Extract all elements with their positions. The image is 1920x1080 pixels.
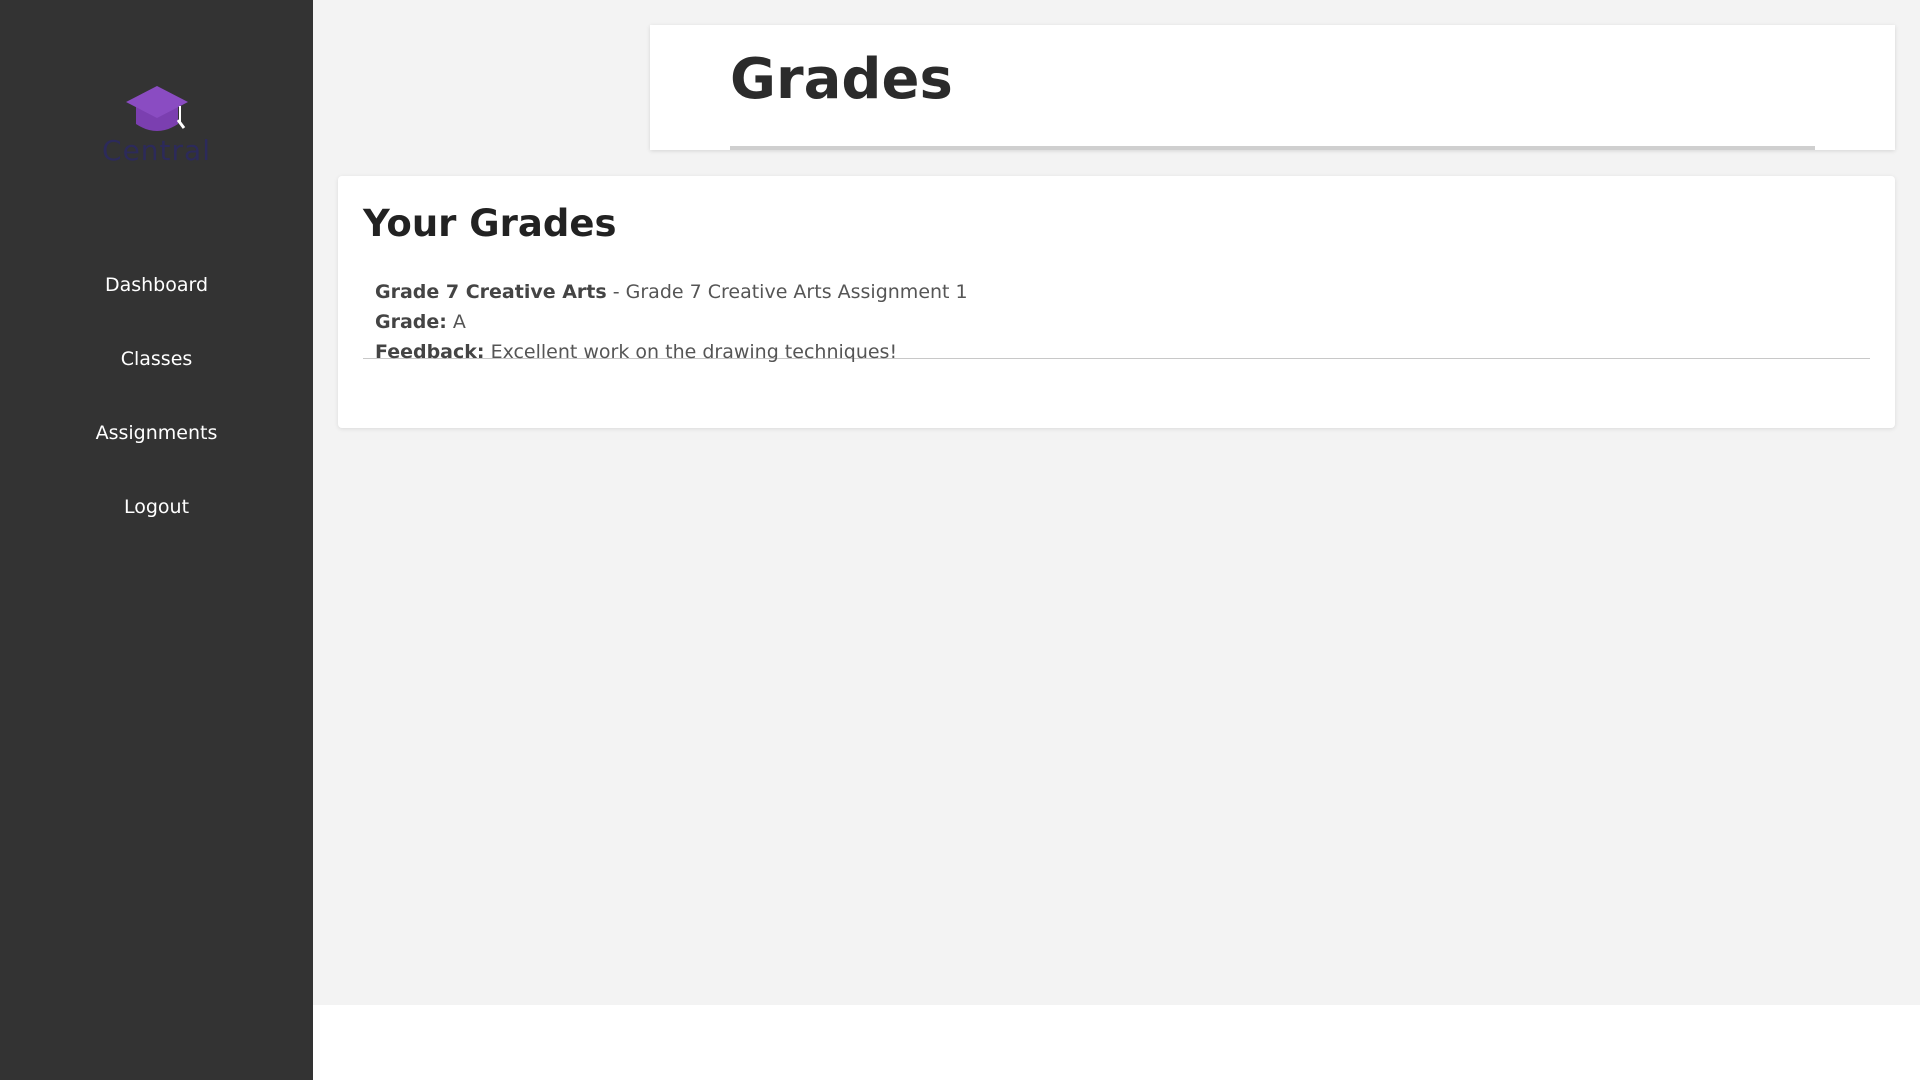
grade-entry-header: Grade 7 Creative Arts - Grade 7 Creative… xyxy=(375,281,968,303)
grade-entry: Grade 7 Creative Arts - Grade 7 Creative… xyxy=(363,281,1870,363)
graduation-cap-icon xyxy=(126,86,188,131)
footer-area xyxy=(313,1005,1920,1080)
sidebar-item-classes[interactable]: Classes xyxy=(0,348,313,370)
feedback-line: Feedback: Excellent work on the drawing … xyxy=(375,341,897,363)
grade-line: Grade: A xyxy=(375,311,466,333)
feedback-label: Feedback: xyxy=(375,341,485,363)
logo-text: Central xyxy=(102,134,211,167)
sidebar-item-dashboard[interactable]: Dashboard xyxy=(0,274,313,296)
grades-title: Your Grades xyxy=(363,202,617,245)
assignment-name: Grade 7 Creative Arts Assignment 1 xyxy=(625,281,968,303)
class-name: Grade 7 Creative Arts xyxy=(375,281,607,303)
grade-label: Grade: xyxy=(375,311,447,333)
sidebar-item-logout[interactable]: Logout xyxy=(0,496,313,518)
grades-card: Your Grades Grade 7 Creative Arts - Grad… xyxy=(338,176,1895,428)
sidebar-item-assignments[interactable]: Assignments xyxy=(0,422,313,444)
sidebar: Central Dashboard Classes Assignments Lo… xyxy=(0,0,313,1080)
page-title: Grades xyxy=(730,47,953,112)
feedback-value: Excellent work on the drawing techniques… xyxy=(490,341,898,363)
header-divider xyxy=(730,146,1815,150)
entry-separator: - xyxy=(606,281,626,303)
page-header: Grades xyxy=(650,25,1895,150)
main-content xyxy=(313,0,1920,1005)
logo[interactable]: Central xyxy=(0,76,313,176)
grade-value: A xyxy=(452,311,466,333)
